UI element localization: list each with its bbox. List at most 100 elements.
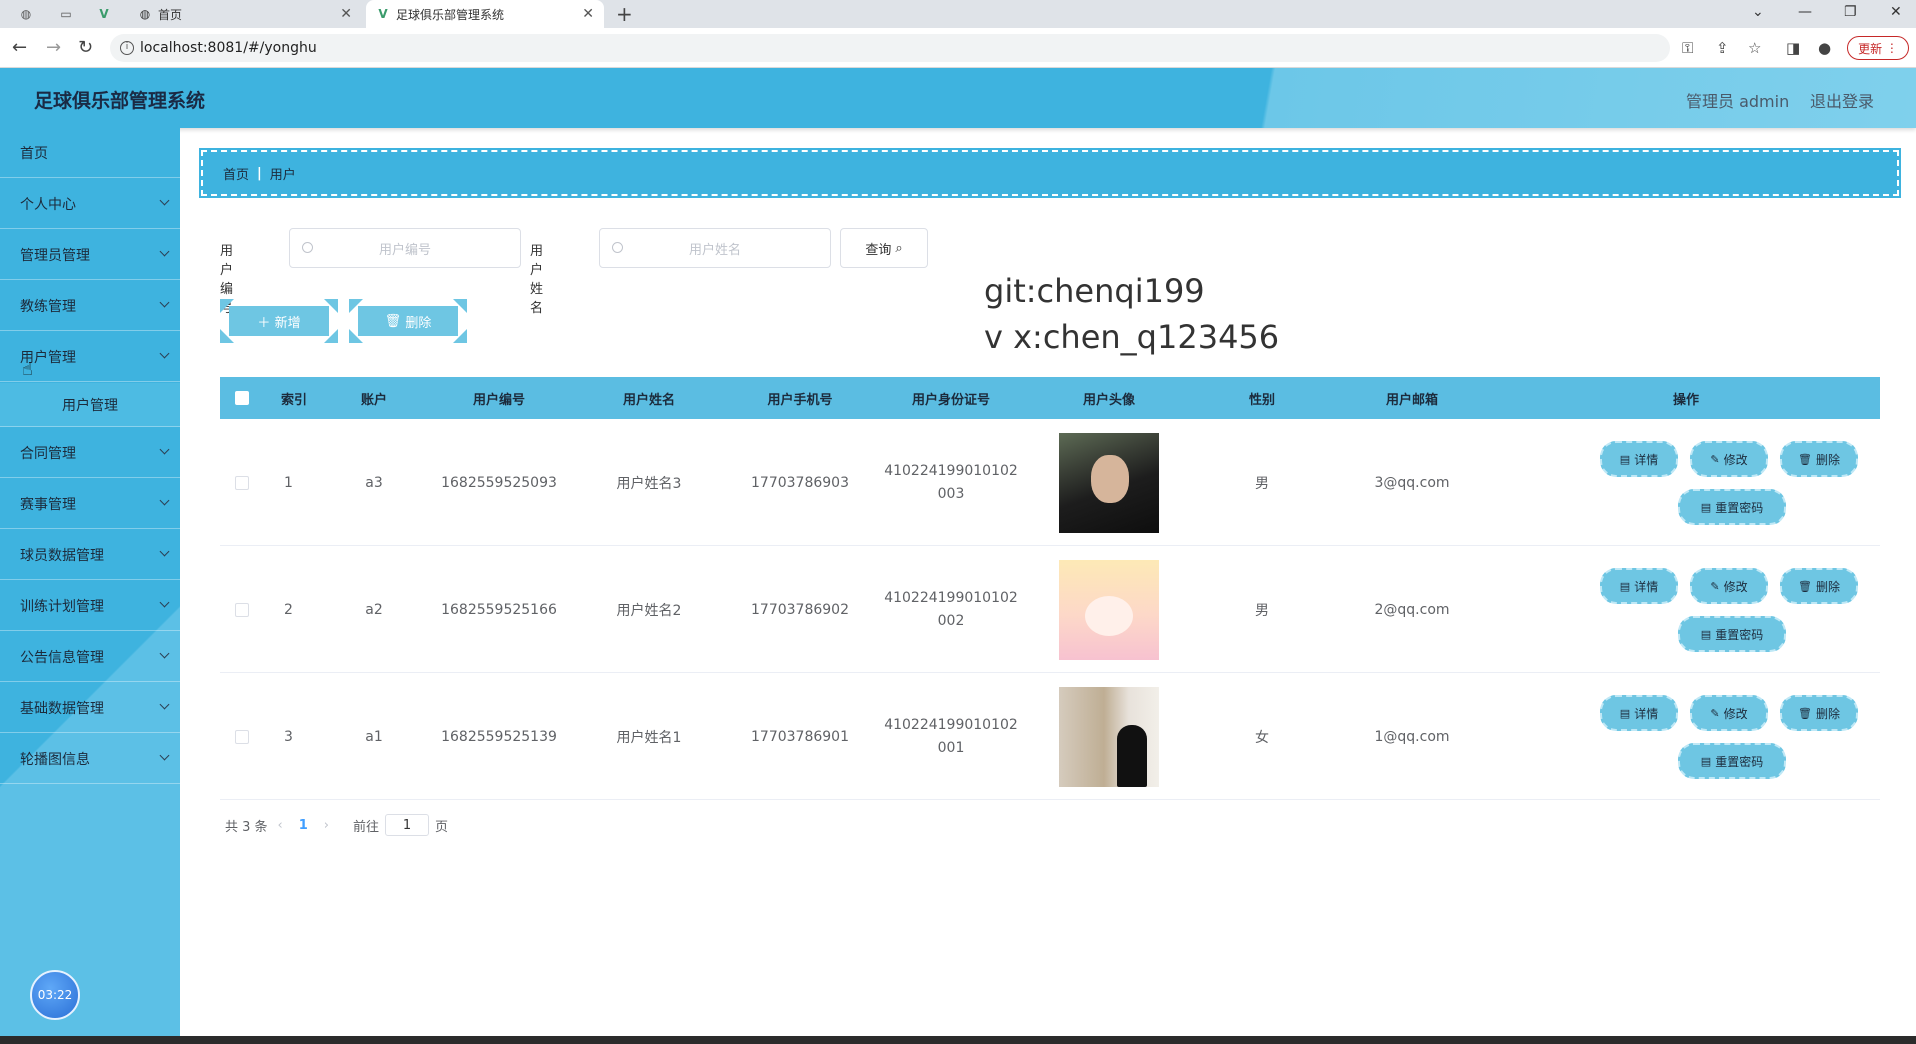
sidebar-subitem-users[interactable]: 用户管理 — [0, 383, 180, 427]
chevron-down-icon — [159, 444, 170, 455]
browser-tabbar: ◍ ▭ V ◍ 首页 ✕ V 足球俱乐部管理系统 ✕ + ⌄ — ❐ ✕ — [0, 0, 1916, 28]
query-button[interactable]: 查询 ⌕ — [840, 228, 928, 268]
avatar[interactable] — [1059, 686, 1159, 787]
close-window-icon[interactable]: ✕ — [1890, 4, 1902, 20]
sidebar-item-notices[interactable]: 公告信息管理 — [0, 632, 180, 682]
delete-label: 删除 — [1815, 579, 1840, 594]
url-field[interactable]: i localhost:8081/#/yonghu — [110, 34, 1670, 62]
edit-button[interactable]: ✎ 修改 — [1690, 441, 1768, 477]
new-tab-button[interactable]: + — [616, 2, 633, 26]
back-icon[interactable]: ← — [12, 38, 27, 58]
close-icon[interactable]: ✕ — [340, 6, 352, 22]
batch-delete-button[interactable]: 🗑 删除 — [349, 299, 467, 343]
update-button[interactable]: 更新 ⋮ — [1847, 36, 1909, 60]
sidebar-item-coaches[interactable]: 教练管理 — [0, 281, 180, 331]
vue-logo-icon[interactable]: V — [94, 4, 114, 24]
sidebar-item-player-data[interactable]: 球员数据管理 — [0, 530, 180, 580]
column-header: 性别 — [1248, 392, 1275, 408]
star-icon[interactable]: ☆ — [1748, 39, 1761, 57]
detail-button[interactable]: ▤ 详情 — [1600, 441, 1678, 477]
detail-button[interactable]: ▤ 详情 — [1600, 568, 1678, 604]
app-title: 足球俱乐部管理系统 — [34, 90, 206, 112]
add-button[interactable]: ＋ 新增 — [220, 299, 338, 343]
chevron-down-icon — [159, 348, 170, 359]
page-number[interactable]: 1 — [299, 818, 308, 833]
sidebar-item-training[interactable]: 训练计划管理 — [0, 581, 180, 631]
chevron-left-icon[interactable]: ‹ — [278, 818, 283, 833]
table-row: 3 a1 1682559525139 用户姓名1 17703786901 410… — [220, 673, 1880, 800]
user-name-input[interactable]: 用户姓名 — [599, 228, 831, 268]
row-checkbox[interactable] — [220, 419, 264, 546]
row-email: 3@qq.com — [1374, 474, 1450, 491]
user-number-input[interactable]: 用户编号 — [289, 228, 521, 268]
sidebar-item-admins[interactable]: 管理员管理 — [0, 230, 180, 280]
globe-icon[interactable]: ◍ — [16, 4, 36, 24]
chevron-right-icon[interactable]: › — [324, 818, 329, 833]
url-text: localhost:8081/#/yonghu — [140, 40, 317, 56]
logout-link[interactable]: 退出登录 — [1810, 88, 1874, 112]
reload-icon[interactable]: ↻ — [78, 38, 93, 58]
delete-button[interactable]: 🗑 删除 — [1780, 441, 1858, 477]
minimize-icon[interactable]: — — [1798, 4, 1812, 20]
goto-page-input[interactable]: 1 — [385, 814, 430, 836]
sidebar-item-profile[interactable]: 个人中心 — [0, 179, 180, 229]
delete-button[interactable]: 🗑 删除 — [1780, 568, 1858, 604]
close-icon[interactable]: ✕ — [582, 6, 594, 22]
restore-icon[interactable]: ❐ — [1844, 4, 1857, 20]
breadcrumb-home[interactable]: 首页 — [223, 164, 249, 183]
row-user-name: 用户姓名1 — [616, 729, 682, 746]
row-email: 2@qq.com — [1374, 601, 1450, 618]
sidebar-item-label: 公告信息管理 — [20, 649, 104, 666]
sidebar-item-home[interactable]: 首页 — [0, 128, 180, 178]
current-user: 管理员 admin — [1686, 92, 1790, 111]
delete-button[interactable]: 🗑 删除 — [1780, 695, 1858, 731]
sidebar: 首页 个人中心 管理员管理 教练管理 用户管理 用户管理 合同管理 赛事管理 球… — [0, 128, 180, 1044]
tab-home[interactable]: ◍ 首页 ✕ — [128, 0, 362, 28]
sidebar-item-carousel[interactable]: 轮播图信息 — [0, 734, 180, 784]
update-label: 更新 — [1858, 41, 1883, 56]
table-row: 2 a2 1682559525166 用户姓名2 17703786902 410… — [220, 546, 1880, 673]
sidebar-item-label: 管理员管理 — [20, 247, 90, 264]
blank-tab-icon[interactable]: ▭ — [56, 4, 76, 24]
share-icon[interactable]: ⇪ — [1716, 39, 1729, 57]
edit-button[interactable]: ✎ 修改 — [1690, 568, 1768, 604]
tab-search-icon[interactable]: ⌄ — [1752, 4, 1764, 20]
column-header: 用户手机号 — [767, 392, 833, 408]
row-account: a2 — [365, 601, 383, 618]
reset-password-button[interactable]: ▤ 重置密码 — [1678, 743, 1786, 779]
column-header: 账户 — [360, 392, 387, 408]
reset-password-button[interactable]: ▤ 重置密码 — [1678, 489, 1786, 525]
detail-button[interactable]: ▤ 详情 — [1600, 695, 1678, 731]
sidebar-item-base-data[interactable]: 基础数据管理 — [0, 683, 180, 733]
sidebar-item-label: 球员数据管理 — [20, 547, 104, 564]
row-user-number: 1682559525139 — [441, 728, 557, 745]
search-icon: ⌕ — [895, 240, 903, 256]
sidepanel-icon[interactable]: ◨ — [1786, 39, 1800, 57]
avatar[interactable] — [1059, 432, 1159, 533]
forward-icon[interactable]: → — [46, 38, 61, 58]
reset-password-button[interactable]: ▤ 重置密码 — [1678, 616, 1786, 652]
row-email: 1@qq.com — [1374, 728, 1450, 745]
document-icon: ▤ — [1619, 579, 1631, 593]
chevron-down-icon — [159, 195, 170, 206]
tab-club[interactable]: V 足球俱乐部管理系统 ✕ — [366, 0, 604, 28]
sidebar-item-matches[interactable]: 赛事管理 — [0, 479, 180, 529]
breadcrumb-separator: | — [257, 165, 262, 181]
row-phone: 17703786901 — [751, 728, 849, 745]
row-phone: 17703786903 — [751, 474, 849, 491]
select-all-checkbox[interactable] — [220, 377, 264, 419]
key-icon[interactable]: ⚿ — [1682, 39, 1693, 57]
row-checkbox[interactable] — [220, 673, 264, 800]
sidebar-item-contracts[interactable]: 合同管理 — [0, 428, 180, 478]
row-gender: 男 — [1255, 475, 1269, 492]
column-header: 用户身份证号 — [911, 392, 990, 408]
avatar[interactable] — [1059, 559, 1159, 660]
profile-icon[interactable]: ● — [1818, 39, 1831, 57]
edit-button[interactable]: ✎ 修改 — [1690, 695, 1768, 731]
reset-label: 重置密码 — [1715, 500, 1764, 515]
row-checkbox[interactable] — [220, 546, 264, 673]
sidebar-item-label: 基础数据管理 — [20, 700, 104, 717]
watermark-line1: git:chenqi199 — [984, 272, 1205, 310]
info-icon[interactable]: i — [120, 41, 134, 55]
detail-label: 详情 — [1634, 452, 1659, 467]
